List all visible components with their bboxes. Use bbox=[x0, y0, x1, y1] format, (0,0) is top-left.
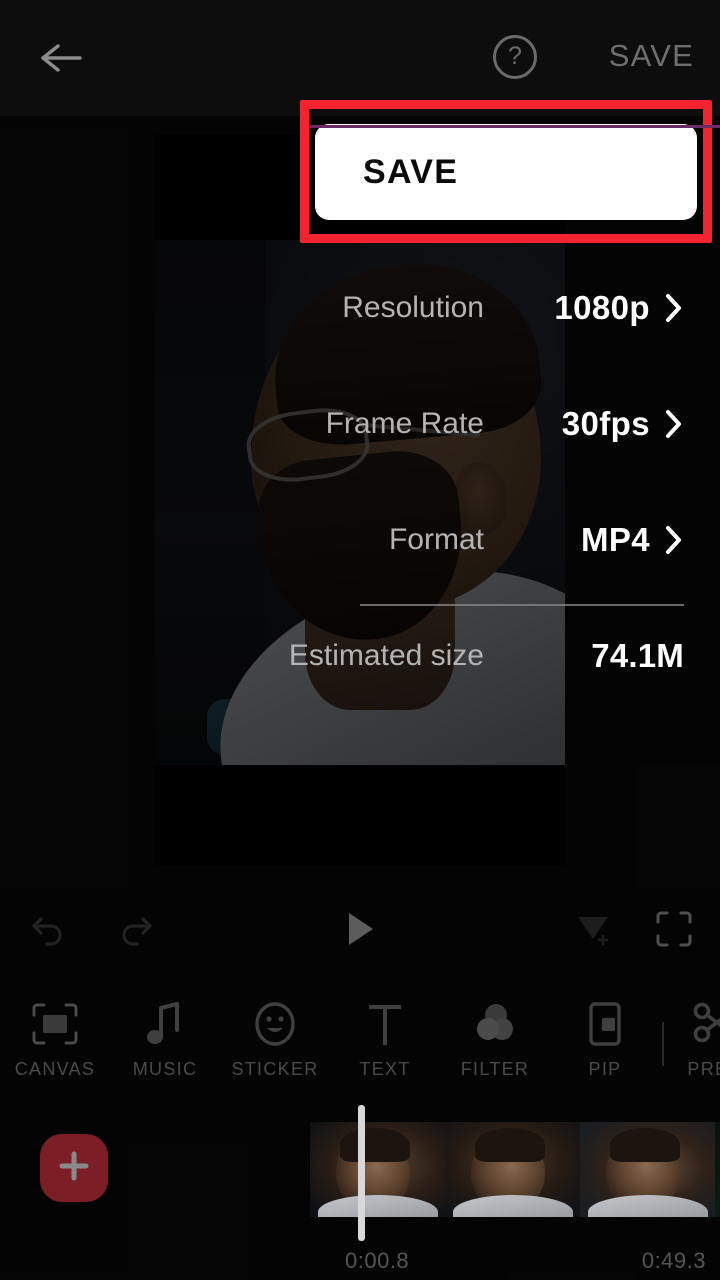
top-bar: ? SAVE bbox=[0, 0, 720, 116]
clip-thumbnail[interactable] bbox=[715, 1122, 720, 1217]
video-editor-screen: ? SAVE SAVE Resolution 1080p Frame Rate … bbox=[0, 0, 720, 1280]
toolbar-item-filter[interactable]: FILTER bbox=[440, 985, 550, 1080]
toolbar-item-pip[interactable]: PIP bbox=[550, 985, 660, 1080]
setting-value-format: MP4 bbox=[580, 521, 650, 558]
toolbar-label-music: MUSIC bbox=[132, 1059, 198, 1079]
export-settings-list: Resolution 1080p Frame Rate 30fps Format… bbox=[0, 250, 720, 714]
arrow-left-icon bbox=[36, 38, 84, 78]
toolbar-item-music[interactable]: MUSIC bbox=[110, 985, 220, 1080]
toolbar-item-sticker[interactable]: STICKER bbox=[220, 985, 330, 1080]
audio-track-line[interactable] bbox=[310, 125, 720, 128]
clip-thumbnail[interactable] bbox=[310, 1122, 445, 1217]
music-note-icon bbox=[143, 993, 187, 1055]
chevron-right-icon bbox=[664, 524, 684, 556]
topbar-save-button[interactable]: SAVE bbox=[609, 38, 694, 74]
fullscreen-button[interactable] bbox=[642, 895, 706, 967]
undo-icon bbox=[29, 912, 67, 951]
clip-thumbnail-strip bbox=[310, 1122, 720, 1217]
total-time-label: 0:49.3 bbox=[641, 1248, 706, 1273]
setting-label-frame-rate: Frame Rate bbox=[325, 407, 484, 440]
toolbar-label-text: TEXT bbox=[359, 1059, 411, 1079]
play-button[interactable] bbox=[328, 895, 392, 967]
setting-row-format[interactable]: Format MP4 bbox=[0, 482, 720, 598]
editor-toolbar: CANVAS MUSIC STICKER TEXT FILTER PIP PR bbox=[0, 985, 720, 1103]
help-button[interactable]: ? bbox=[490, 32, 540, 82]
setting-row-resolution[interactable]: Resolution 1080p bbox=[0, 250, 720, 366]
text-t-icon bbox=[363, 993, 407, 1055]
save-button-label: SAVE bbox=[363, 152, 459, 191]
toolbar-label-pip: PIP bbox=[588, 1059, 622, 1079]
player-controls bbox=[0, 895, 720, 967]
thumbnail-subject-hair bbox=[610, 1128, 680, 1162]
redo-icon bbox=[117, 912, 155, 951]
toolbar-item-canvas[interactable]: CANVAS bbox=[0, 985, 110, 1080]
undo-button[interactable] bbox=[16, 895, 80, 967]
toolbar-label-precut: PREC bbox=[687, 1059, 720, 1079]
thumbnail-subject-hair bbox=[475, 1128, 545, 1162]
plus-icon bbox=[57, 1149, 91, 1188]
setting-value-group-format: MP4 bbox=[484, 521, 684, 559]
redo-button[interactable] bbox=[104, 895, 168, 967]
thumbnail-subject-hair bbox=[340, 1128, 410, 1162]
settings-divider bbox=[360, 604, 684, 606]
export-settings-sheet: SAVE Resolution 1080p Frame Rate 30fps F… bbox=[0, 100, 720, 720]
setting-row-frame-rate[interactable]: Frame Rate 30fps bbox=[0, 366, 720, 482]
toolbar-separator bbox=[662, 1022, 664, 1066]
toolbar-label-sticker: STICKER bbox=[231, 1059, 319, 1079]
save-button-row: SAVE bbox=[315, 124, 697, 220]
setting-value-estimated-size: 74.1M bbox=[591, 637, 684, 674]
smiley-icon bbox=[251, 993, 299, 1055]
setting-value-group-estimated-size: 74.1M bbox=[484, 637, 684, 675]
chevron-right-icon bbox=[664, 292, 684, 324]
setting-label-resolution: Resolution bbox=[342, 291, 484, 324]
setting-value-resolution: 1080p bbox=[554, 289, 650, 326]
pip-icon bbox=[583, 993, 627, 1055]
add-clip-button[interactable] bbox=[40, 1134, 108, 1202]
save-button[interactable]: SAVE bbox=[315, 124, 697, 220]
scissors-icon bbox=[692, 993, 720, 1055]
canvas-icon bbox=[30, 993, 80, 1055]
filter-circles-icon bbox=[471, 993, 519, 1055]
setting-label-estimated-size: Estimated size bbox=[288, 639, 484, 672]
play-icon bbox=[343, 909, 377, 954]
toolbar-item-text[interactable]: TEXT bbox=[330, 985, 440, 1080]
help-glyph: ? bbox=[508, 41, 522, 70]
setting-value-frame-rate: 30fps bbox=[561, 405, 650, 442]
chevron-right-icon bbox=[664, 408, 684, 440]
fullscreen-icon bbox=[654, 909, 694, 954]
help-circle-icon: ? bbox=[493, 35, 537, 79]
setting-row-estimated-size: Estimated size 74.1M bbox=[0, 598, 720, 714]
setting-value-group-resolution: 1080p bbox=[484, 289, 684, 327]
clip-thumbnail[interactable] bbox=[580, 1122, 715, 1217]
setting-label-format: Format bbox=[388, 523, 484, 556]
toolbar-item-precut[interactable]: PREC bbox=[660, 985, 720, 1080]
timeline-track[interactable] bbox=[310, 1103, 720, 1243]
toolbar-label-canvas: CANVAS bbox=[14, 1059, 96, 1079]
setting-value-group-frame-rate: 30fps bbox=[484, 405, 684, 443]
clip-thumbnail[interactable] bbox=[445, 1122, 580, 1217]
toolbar-label-filter: FILTER bbox=[460, 1059, 530, 1079]
playhead[interactable] bbox=[358, 1105, 365, 1241]
add-keyframe-icon bbox=[574, 909, 614, 954]
back-button[interactable] bbox=[32, 30, 88, 86]
add-keyframe-button[interactable] bbox=[562, 895, 626, 967]
current-time-label: 0:00.8 bbox=[345, 1248, 410, 1273]
thumbnail-image bbox=[715, 1122, 720, 1217]
